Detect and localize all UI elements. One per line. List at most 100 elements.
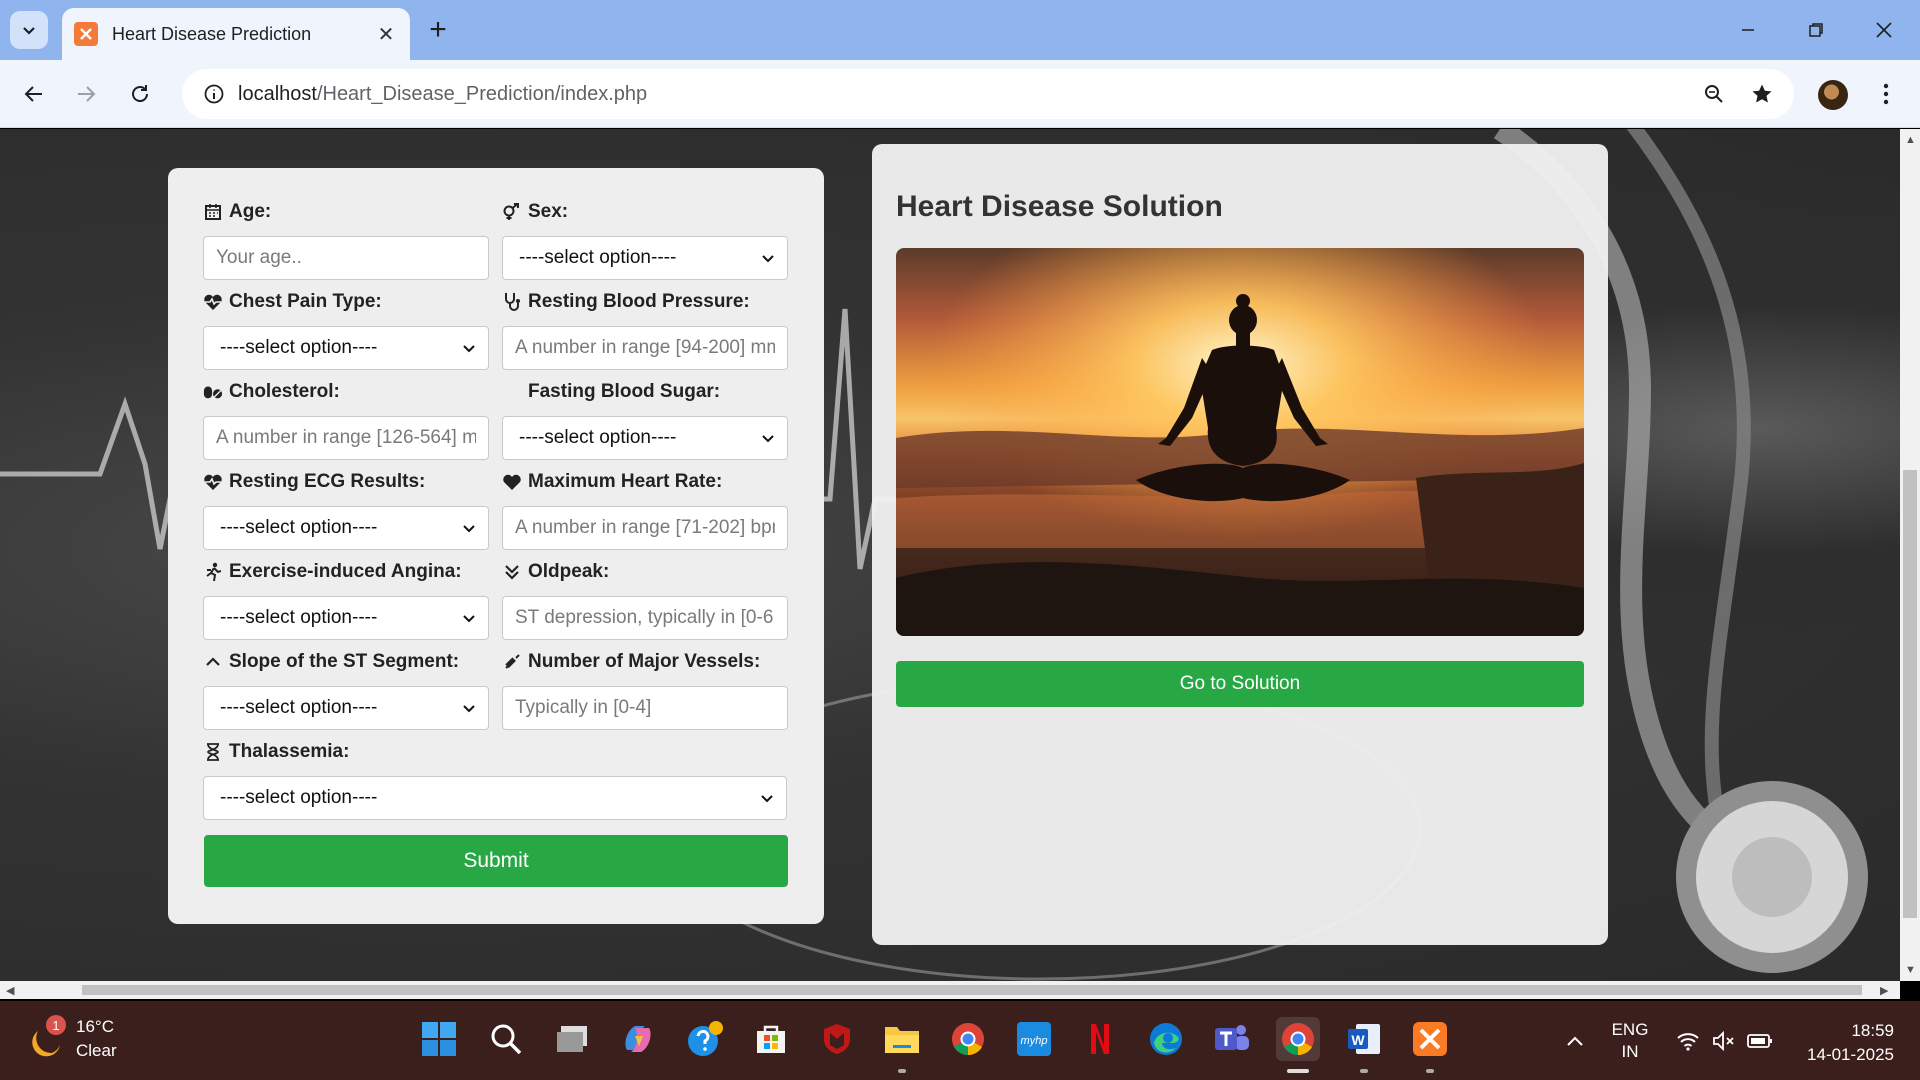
reload-button[interactable] — [120, 74, 160, 114]
horizontal-scroll-thumb[interactable] — [82, 985, 1862, 995]
clock-date: 14-01-2025 — [1807, 1045, 1894, 1064]
myhp-icon[interactable]: myhp — [1012, 1017, 1056, 1061]
wifi-icon[interactable] — [1672, 1001, 1704, 1080]
microsoft-store-icon[interactable] — [749, 1017, 793, 1061]
major-vessels-input[interactable] — [502, 686, 788, 730]
show-hidden-icons[interactable] — [1560, 1001, 1590, 1080]
major-vessels-label: Number of Major Vessels: — [502, 650, 788, 674]
chevron-up-icon — [203, 652, 223, 672]
age-input[interactable] — [203, 236, 489, 280]
weather-desc: Clear — [76, 1041, 117, 1060]
new-tab-button[interactable]: + — [422, 13, 454, 46]
browser-menu-icon[interactable] — [1870, 74, 1902, 114]
copilot-icon[interactable] — [616, 1017, 660, 1061]
teams-icon[interactable] — [1210, 1017, 1254, 1061]
scroll-right-arrow-icon[interactable]: ▶ — [1880, 984, 1888, 997]
svg-text:myhp: myhp — [1021, 1035, 1048, 1047]
resting-ecg-select-value: ----select option---- — [220, 517, 378, 538]
angina-select[interactable]: ----select option---- — [203, 596, 489, 640]
sex-select[interactable]: ----select option---- — [502, 236, 788, 280]
go-to-solution-button[interactable]: Go to Solution — [896, 661, 1584, 707]
heart-icon — [502, 472, 522, 492]
heart-pulse-icon — [203, 472, 223, 492]
resting-ecg-select[interactable]: ----select option---- — [203, 506, 489, 550]
thalassemia-select[interactable]: ----select option---- — [203, 776, 787, 820]
st-slope-select[interactable]: ----select option---- — [203, 686, 489, 730]
scroll-left-arrow-icon[interactable]: ◀ — [6, 984, 14, 997]
volume-muted-icon[interactable] — [1708, 1001, 1740, 1080]
help-icon[interactable] — [683, 1017, 727, 1061]
close-window-button[interactable] — [1860, 8, 1908, 52]
heart-pulse-icon — [203, 292, 223, 312]
cholesterol-input[interactable] — [203, 416, 489, 460]
search-icon[interactable] — [484, 1017, 528, 1061]
zoom-icon[interactable] — [1690, 70, 1738, 118]
task-view-icon[interactable] — [550, 1017, 594, 1061]
chest-pain-select[interactable]: ----select option---- — [203, 326, 489, 370]
url-text[interactable]: localhost/Heart_Disease_Prediction/index… — [238, 83, 1690, 106]
xampp-taskbar-icon[interactable] — [1408, 1017, 1452, 1061]
chevron-down-icon — [463, 615, 475, 623]
scroll-down-arrow-icon[interactable]: ▼ — [1905, 964, 1916, 976]
file-explorer-running-dot — [898, 1069, 906, 1073]
moon-icon: 1 — [26, 1015, 66, 1059]
chrome-active-icon[interactable] — [1276, 1017, 1320, 1061]
back-button[interactable] — [14, 74, 54, 114]
language-indicator[interactable]: ENG IN — [1600, 1001, 1660, 1080]
system-clock[interactable]: 18:59 14-01-2025 — [1790, 1019, 1894, 1067]
major-vessels-label-text: Number of Major Vessels: — [528, 651, 761, 672]
forward-button[interactable] — [66, 74, 106, 114]
xampp-running-dot — [1426, 1069, 1434, 1073]
mcafee-icon[interactable] — [815, 1017, 859, 1061]
edge-icon[interactable] — [1144, 1017, 1188, 1061]
running-icon — [203, 562, 223, 582]
fasting-sugar-select[interactable]: ----select option---- — [502, 416, 788, 460]
st-slope-label: Slope of the ST Segment: — [203, 650, 489, 674]
chevron-down-icon — [463, 525, 475, 533]
address-bar[interactable]: localhost/Heart_Disease_Prediction/index… — [182, 69, 1794, 119]
language-code: ENG — [1611, 1019, 1649, 1039]
site-info-icon[interactable] — [190, 69, 238, 119]
resting-bp-input[interactable] — [502, 326, 788, 370]
oldpeak-field: Oldpeak: — [502, 560, 788, 640]
start-icon[interactable] — [417, 1017, 461, 1061]
sex-label: Sex: — [502, 200, 788, 224]
vertical-scroll-thumb[interactable] — [1903, 470, 1917, 918]
chrome-icon[interactable] — [946, 1017, 990, 1061]
resting-bp-label: Resting Blood Pressure: — [502, 290, 788, 314]
bookmark-star-icon[interactable] — [1738, 70, 1786, 118]
age-field: Age: — [203, 200, 489, 280]
reload-icon — [132, 85, 148, 102]
profile-avatar[interactable] — [1818, 80, 1848, 110]
scroll-up-arrow-icon[interactable]: ▲ — [1905, 134, 1916, 146]
max-heart-rate-label-text: Maximum Heart Rate: — [528, 471, 723, 492]
file-explorer-icon[interactable] — [880, 1017, 924, 1061]
tab-strip: Heart Disease Prediction ✕ + — [0, 0, 1920, 60]
chest-pain-label: Chest Pain Type: — [203, 290, 489, 314]
angina-field: Exercise-induced Angina: ----select opti… — [203, 560, 489, 640]
minimize-button[interactable] — [1724, 8, 1772, 52]
netflix-icon[interactable] — [1078, 1017, 1122, 1061]
weather-widget[interactable]: 1 16°C Clear — [26, 1015, 117, 1063]
url-host: localhost — [238, 82, 317, 105]
word-icon[interactable]: W — [1342, 1017, 1386, 1061]
double-chevron-down-icon — [502, 562, 522, 582]
restore-button[interactable] — [1792, 8, 1840, 52]
weather-temp: 16°C — [76, 1017, 114, 1036]
url-path: /Heart_Disease_Prediction/index.php — [316, 82, 648, 105]
oldpeak-input[interactable] — [502, 596, 788, 640]
tab-search-button[interactable] — [10, 11, 48, 49]
submit-button[interactable]: Submit — [204, 835, 788, 887]
resting-ecg-label-text: Resting ECG Results: — [229, 471, 426, 492]
active-tab[interactable]: Heart Disease Prediction ✕ — [62, 8, 410, 60]
cholesterol-label-text: Cholesterol: — [229, 381, 340, 402]
oldpeak-label-text: Oldpeak: — [528, 561, 610, 582]
max-heart-rate-input[interactable] — [502, 506, 788, 550]
battery-icon[interactable] — [1744, 1001, 1776, 1080]
st-slope-label-text: Slope of the ST Segment: — [229, 651, 460, 672]
cholesterol-label: Cholesterol: — [203, 380, 489, 404]
close-tab-icon[interactable]: ✕ — [374, 22, 398, 46]
arrow-right-icon — [78, 86, 96, 102]
language-region: IN — [1621, 1041, 1639, 1061]
solution-card: Heart Disease Solution Go to Solution — [872, 144, 1608, 945]
